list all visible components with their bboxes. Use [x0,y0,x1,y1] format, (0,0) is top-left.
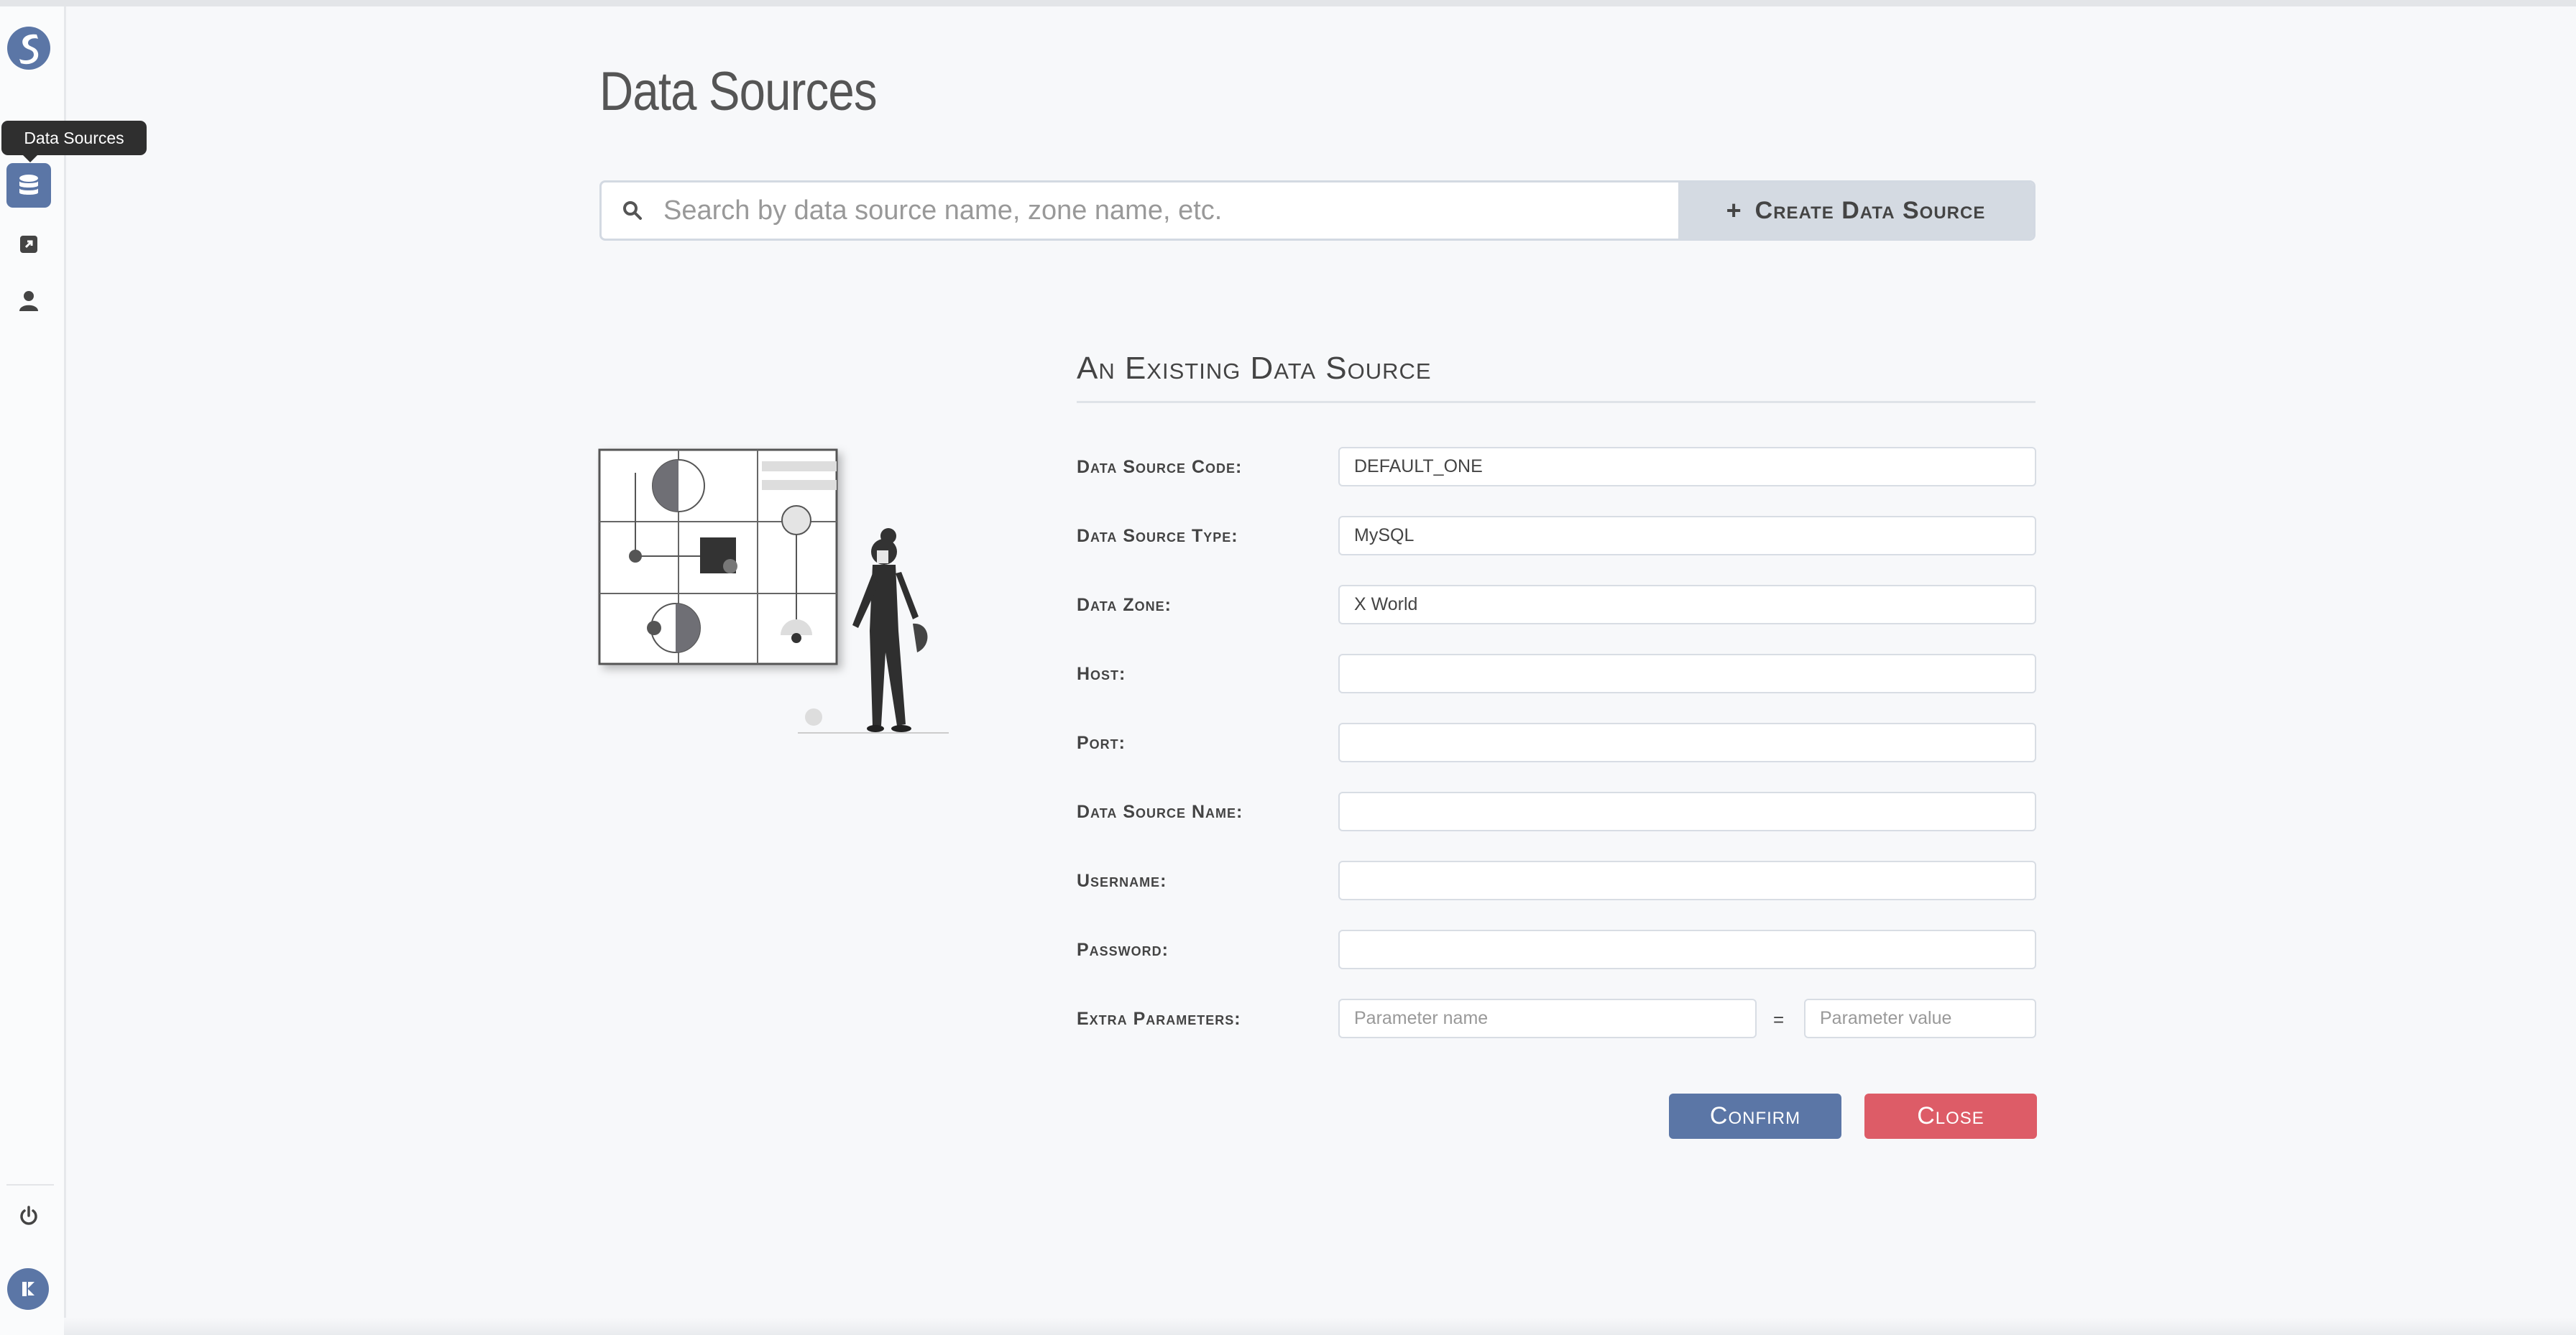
create-data-source-label: Create Data Source [1754,196,1986,224]
extra-parameters-label: Extra Parameters: [1077,1009,1241,1029]
user-avatar-icon [22,1282,34,1296]
username-input[interactable] [1338,861,2036,900]
sidebar-tooltip: Data Sources [1,121,147,162]
data-source-code-label: Data Source Code: [1077,457,1243,477]
external-link-icon [20,236,37,253]
search-icon [602,183,663,239]
data-source-name-input[interactable] [1338,792,2036,831]
parameter-value-input[interactable] [1804,999,2036,1038]
search-bar: + Create Data Source [599,180,2036,241]
plus-icon: + [1726,195,1742,225]
app-logo-icon[interactable] [5,24,52,72]
port-input[interactable] [1338,723,2036,762]
sidebar-item-data-sources[interactable] [6,163,51,208]
search-input[interactable] [663,183,1678,239]
data-source-type-label: Data Source Type: [1077,526,1238,546]
database-icon [19,175,38,195]
confirm-button[interactable]: Confirm [1669,1094,1841,1139]
power-icon [20,1206,37,1225]
bottom-edge [64,1318,2576,1335]
user-avatar[interactable] [7,1268,49,1310]
sidebar-item-users[interactable] [6,279,51,323]
top-border [0,0,2576,6]
form-title: An Existing Data Source [1077,351,1432,386]
logout-button[interactable] [6,1193,51,1238]
username-label: Username: [1077,871,1167,891]
parameter-name-input[interactable] [1338,999,1757,1038]
sidebar-item-links[interactable] [6,222,51,267]
host-input[interactable] [1338,654,2036,693]
port-label: Port: [1077,733,1126,753]
data-zone-input[interactable] [1338,585,2036,624]
host-label: Host: [1077,664,1126,684]
data-source-name-label: Data Source Name: [1077,802,1243,822]
data-source-type-input[interactable] [1338,516,2036,555]
user-icon [19,291,38,311]
data-illustration [598,448,949,734]
data-zone-label: Data Zone: [1077,595,1172,615]
create-data-source-button[interactable]: + Create Data Source [1678,183,2033,239]
close-button[interactable]: Close [1864,1094,2037,1139]
password-input[interactable] [1338,930,2036,969]
password-label: Password: [1077,940,1169,960]
form-title-divider [1077,401,2036,403]
parameter-equals-sign: = [1773,1009,1785,1030]
sidebar-divider [6,1184,54,1186]
data-source-code-input[interactable] [1338,447,2036,486]
page-title: Data Sources [599,61,878,122]
